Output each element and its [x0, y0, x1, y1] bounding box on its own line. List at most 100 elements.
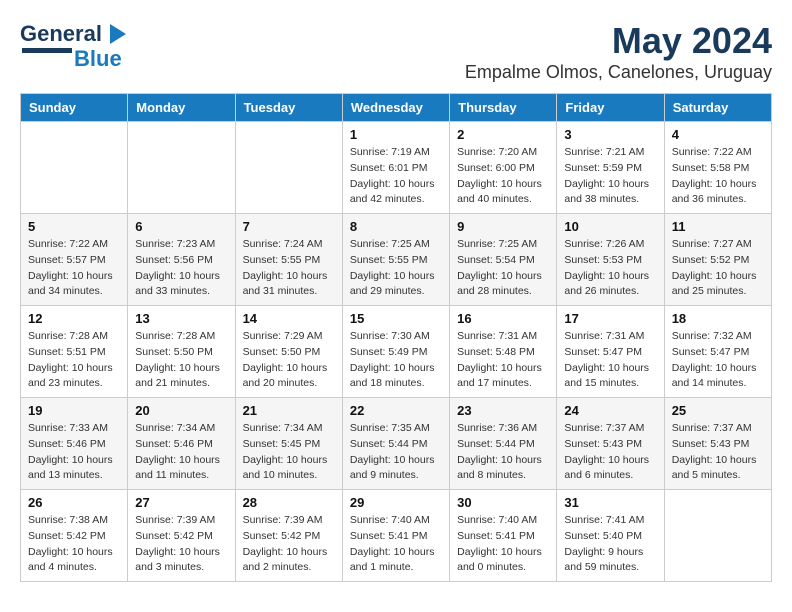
header-tuesday: Tuesday: [235, 94, 342, 122]
day-number: 26: [28, 495, 120, 510]
calendar-day-7: 7 Sunrise: 7:24 AM Sunset: 5:55 PM Daylig…: [235, 214, 342, 306]
calendar-day-24: 24 Sunrise: 7:37 AM Sunset: 5:43 PM Dayli…: [557, 398, 664, 490]
calendar-day-3: 3Sunrise: 7:21 AM Sunset: 5:59 PM Daylig…: [557, 122, 664, 214]
day-number: 11: [672, 219, 764, 234]
day-info: Sunrise: 7:25 AM Sunset: 5:54 PM Dayligh…: [457, 237, 549, 300]
day-number: 30: [457, 495, 549, 510]
calendar-day-31: 31Sunrise: 7:41 AM Sunset: 5:40 PM Dayli…: [557, 490, 664, 582]
page-header: General Blue May 2024 Empalme Olmos, Can…: [20, 20, 772, 83]
header-wednesday: Wednesday: [342, 94, 449, 122]
day-info: Sunrise: 7:36 AM Sunset: 5:44 PM Dayligh…: [457, 421, 549, 484]
day-info: Sunrise: 7:38 AM Sunset: 5:42 PM Dayligh…: [28, 513, 120, 576]
day-number: 12: [28, 311, 120, 326]
calendar-day-21: 21 Sunrise: 7:34 AM Sunset: 5:45 PM Dayli…: [235, 398, 342, 490]
day-number: 16: [457, 311, 549, 326]
header-monday: Monday: [128, 94, 235, 122]
day-info: Sunrise: 7:32 AM Sunset: 5:47 PM Dayligh…: [672, 329, 764, 392]
calendar-day-16: 16 Sunrise: 7:31 AM Sunset: 5:48 PM Dayli…: [450, 306, 557, 398]
logo-text-blue: Blue: [74, 48, 122, 70]
header-thursday: Thursday: [450, 94, 557, 122]
calendar-empty-cell: [21, 122, 128, 214]
header-sunday: Sunday: [21, 94, 128, 122]
day-number: 6: [135, 219, 227, 234]
day-info: Sunrise: 7:31 AM Sunset: 5:47 PM Dayligh…: [564, 329, 656, 392]
day-info: Sunrise: 7:28 AM Sunset: 5:50 PM Dayligh…: [135, 329, 227, 392]
month-title: May 2024: [465, 20, 772, 62]
calendar-day-15: 15 Sunrise: 7:30 AM Sunset: 5:49 PM Dayli…: [342, 306, 449, 398]
calendar-day-5: 5 Sunrise: 7:22 AM Sunset: 5:57 PM Daylig…: [21, 214, 128, 306]
calendar-day-19: 19 Sunrise: 7:33 AM Sunset: 5:46 PM Dayli…: [21, 398, 128, 490]
day-info: Sunrise: 7:35 AM Sunset: 5:44 PM Dayligh…: [350, 421, 442, 484]
day-info: Sunrise: 7:26 AM Sunset: 5:53 PM Dayligh…: [564, 237, 656, 300]
header-friday: Friday: [557, 94, 664, 122]
day-number: 13: [135, 311, 227, 326]
header-saturday: Saturday: [664, 94, 771, 122]
day-number: 29: [350, 495, 442, 510]
calendar-week-row: 5 Sunrise: 7:22 AM Sunset: 5:57 PM Daylig…: [21, 214, 772, 306]
calendar-table: SundayMondayTuesdayWednesdayThursdayFrid…: [20, 93, 772, 582]
day-info: Sunrise: 7:37 AM Sunset: 5:43 PM Dayligh…: [672, 421, 764, 484]
day-number: 18: [672, 311, 764, 326]
calendar-day-14: 14 Sunrise: 7:29 AM Sunset: 5:50 PM Dayli…: [235, 306, 342, 398]
day-number: 23: [457, 403, 549, 418]
day-number: 19: [28, 403, 120, 418]
calendar-day-30: 30 Sunrise: 7:40 AM Sunset: 5:41 PM Dayli…: [450, 490, 557, 582]
day-number: 22: [350, 403, 442, 418]
calendar-day-28: 28Sunrise: 7:39 AM Sunset: 5:42 PM Dayli…: [235, 490, 342, 582]
calendar-day-6: 6Sunrise: 7:23 AM Sunset: 5:56 PM Daylig…: [128, 214, 235, 306]
calendar-day-23: 23 Sunrise: 7:36 AM Sunset: 5:44 PM Dayli…: [450, 398, 557, 490]
calendar-week-row: 1 Sunrise: 7:19 AM Sunset: 6:01 PM Daylig…: [21, 122, 772, 214]
calendar-day-20: 20 Sunrise: 7:34 AM Sunset: 5:46 PM Dayli…: [128, 398, 235, 490]
day-number: 8: [350, 219, 442, 234]
day-number: 10: [564, 219, 656, 234]
calendar-day-10: 10 Sunrise: 7:26 AM Sunset: 5:53 PM Dayli…: [557, 214, 664, 306]
day-info: Sunrise: 7:40 AM Sunset: 5:41 PM Dayligh…: [457, 513, 549, 576]
day-info: Sunrise: 7:29 AM Sunset: 5:50 PM Dayligh…: [243, 329, 335, 392]
calendar-header-row: SundayMondayTuesdayWednesdayThursdayFrid…: [21, 94, 772, 122]
calendar-day-29: 29 Sunrise: 7:40 AM Sunset: 5:41 PM Dayli…: [342, 490, 449, 582]
calendar-day-11: 11 Sunrise: 7:27 AM Sunset: 5:52 PM Dayli…: [664, 214, 771, 306]
calendar-day-22: 22 Sunrise: 7:35 AM Sunset: 5:44 PM Dayli…: [342, 398, 449, 490]
day-number: 5: [28, 219, 120, 234]
day-info: Sunrise: 7:33 AM Sunset: 5:46 PM Dayligh…: [28, 421, 120, 484]
day-number: 20: [135, 403, 227, 418]
day-number: 1: [350, 127, 442, 142]
day-info: Sunrise: 7:21 AM Sunset: 5:59 PM Dayligh…: [564, 145, 656, 208]
location-title: Empalme Olmos, Canelones, Uruguay: [465, 62, 772, 83]
day-number: 2: [457, 127, 549, 142]
day-info: Sunrise: 7:22 AM Sunset: 5:58 PM Dayligh…: [672, 145, 764, 208]
day-info: Sunrise: 7:25 AM Sunset: 5:55 PM Dayligh…: [350, 237, 442, 300]
title-block: May 2024 Empalme Olmos, Canelones, Urugu…: [465, 20, 772, 83]
day-info: Sunrise: 7:20 AM Sunset: 6:00 PM Dayligh…: [457, 145, 549, 208]
day-number: 21: [243, 403, 335, 418]
day-info: Sunrise: 7:31 AM Sunset: 5:48 PM Dayligh…: [457, 329, 549, 392]
calendar-day-1: 1 Sunrise: 7:19 AM Sunset: 6:01 PM Daylig…: [342, 122, 449, 214]
calendar-day-17: 17Sunrise: 7:31 AM Sunset: 5:47 PM Dayli…: [557, 306, 664, 398]
day-info: Sunrise: 7:34 AM Sunset: 5:45 PM Dayligh…: [243, 421, 335, 484]
calendar-day-9: 9Sunrise: 7:25 AM Sunset: 5:54 PM Daylig…: [450, 214, 557, 306]
day-info: Sunrise: 7:19 AM Sunset: 6:01 PM Dayligh…: [350, 145, 442, 208]
calendar-day-18: 18 Sunrise: 7:32 AM Sunset: 5:47 PM Dayli…: [664, 306, 771, 398]
calendar-day-4: 4 Sunrise: 7:22 AM Sunset: 5:58 PM Daylig…: [664, 122, 771, 214]
day-number: 25: [672, 403, 764, 418]
day-number: 4: [672, 127, 764, 142]
day-number: 15: [350, 311, 442, 326]
day-info: Sunrise: 7:34 AM Sunset: 5:46 PM Dayligh…: [135, 421, 227, 484]
day-info: Sunrise: 7:39 AM Sunset: 5:42 PM Dayligh…: [243, 513, 335, 576]
calendar-day-25: 25 Sunrise: 7:37 AM Sunset: 5:43 PM Dayli…: [664, 398, 771, 490]
calendar-day-27: 27Sunrise: 7:39 AM Sunset: 5:42 PM Dayli…: [128, 490, 235, 582]
calendar-day-12: 12Sunrise: 7:28 AM Sunset: 5:51 PM Dayli…: [21, 306, 128, 398]
calendar-day-8: 8 Sunrise: 7:25 AM Sunset: 5:55 PM Daylig…: [342, 214, 449, 306]
day-info: Sunrise: 7:24 AM Sunset: 5:55 PM Dayligh…: [243, 237, 335, 300]
day-info: Sunrise: 7:41 AM Sunset: 5:40 PM Dayligh…: [564, 513, 656, 576]
day-number: 7: [243, 219, 335, 234]
day-number: 24: [564, 403, 656, 418]
calendar-day-26: 26 Sunrise: 7:38 AM Sunset: 5:42 PM Dayli…: [21, 490, 128, 582]
day-number: 27: [135, 495, 227, 510]
day-info: Sunrise: 7:22 AM Sunset: 5:57 PM Dayligh…: [28, 237, 120, 300]
day-info: Sunrise: 7:40 AM Sunset: 5:41 PM Dayligh…: [350, 513, 442, 576]
day-number: 14: [243, 311, 335, 326]
day-info: Sunrise: 7:30 AM Sunset: 5:49 PM Dayligh…: [350, 329, 442, 392]
day-info: Sunrise: 7:37 AM Sunset: 5:43 PM Dayligh…: [564, 421, 656, 484]
day-info: Sunrise: 7:27 AM Sunset: 5:52 PM Dayligh…: [672, 237, 764, 300]
